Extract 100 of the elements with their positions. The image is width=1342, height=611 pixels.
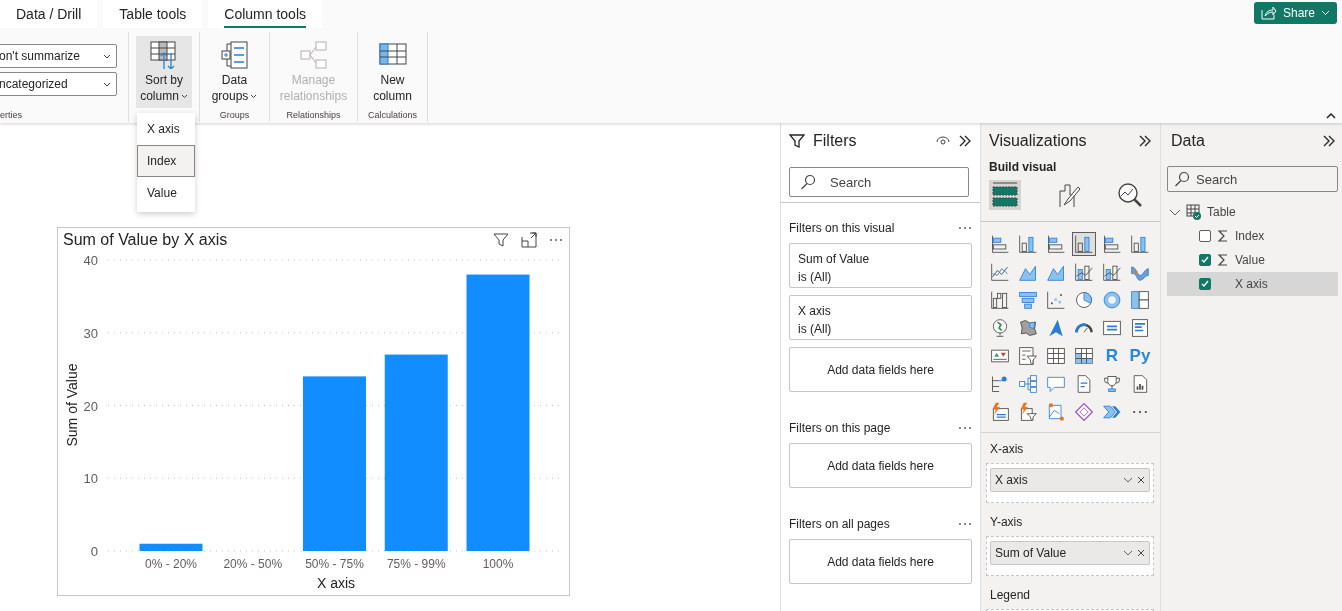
group-label: Relationships (285, 109, 342, 122)
section-title: Filters on all pages (789, 517, 890, 531)
chevron-down-icon (103, 81, 111, 87)
caret-icon (250, 94, 258, 100)
y-tick-label: 40 (83, 253, 98, 268)
checkbox[interactable] (1199, 278, 1211, 290)
collapse-pane-icon (1138, 134, 1152, 148)
table-name[interactable]: Table (1207, 205, 1236, 219)
y-tick-label: 20 (83, 398, 98, 414)
search-icon (1174, 171, 1190, 187)
field-well[interactable]: Sum of Value (986, 536, 1154, 576)
field-pill[interactable]: Sum of Value (990, 541, 1150, 565)
checkbox[interactable] (1199, 230, 1211, 242)
data-groups-button[interactable]: Data groups (206, 36, 263, 108)
caret-icon (180, 94, 188, 100)
group-label: Groups (218, 109, 251, 122)
ribbon-tab[interactable]: Table tools (103, 0, 203, 28)
filter-condition: is (All) (798, 321, 833, 338)
field-name: Value (1235, 253, 1265, 267)
close-icon (1137, 476, 1145, 484)
filter-card[interactable]: X axis is (All) (789, 295, 972, 340)
group-label: erties (0, 109, 23, 122)
section-title: Filters on this page (789, 421, 891, 435)
menu-item[interactable]: Index (137, 145, 195, 177)
field-name: Index (1235, 229, 1265, 243)
section-title: Filters on this visual (789, 221, 895, 235)
field-well-label: X-axis (989, 442, 1025, 456)
y-tick-label: 10 (83, 471, 98, 487)
chart-visual[interactable]: Sum of Value by X axis 0 10 20 30 40 0% - 20% 20% - 50% 50% - 75% 75% - 99% 100% X axis Sum of Value (57, 227, 570, 596)
field-item[interactable]: X axis (1167, 272, 1338, 296)
pane-title: Visualizations (989, 132, 1087, 150)
x-tick-label: 100% (482, 557, 514, 571)
menu-item[interactable]: X axis (137, 113, 195, 145)
close-icon (1137, 549, 1145, 557)
drop-zone[interactable]: Add data fields here (789, 539, 972, 584)
slicer-icon[interactable] (1016, 344, 1040, 368)
field-item[interactable]: Value (1167, 248, 1338, 272)
bar[interactable] (139, 543, 203, 551)
ribbon-tab[interactable]: Column tools (208, 0, 322, 28)
group-label: Calculations (367, 109, 418, 122)
diamond-icon[interactable] (1072, 400, 1096, 424)
field-well[interactable]: X axis (986, 463, 1154, 503)
filter-icon (789, 133, 805, 149)
x-tick-label: 0% - 20% (145, 557, 197, 571)
sort-icon (150, 41, 178, 69)
build-visual-tab[interactable] (989, 180, 1021, 210)
share-button[interactable]: Share (1253, 2, 1337, 24)
eye-icon (936, 136, 950, 146)
dropdown-field[interactable]: on't summarize (0, 44, 117, 68)
menu-item[interactable]: Value (137, 177, 195, 209)
field-name: X axis (995, 473, 1029, 487)
field-well-label: Y-axis (989, 515, 1024, 529)
drop-zone[interactable]: Add data fields here (789, 347, 972, 392)
filter-icon (493, 231, 509, 248)
new-column-button[interactable]: New column (364, 36, 421, 108)
focus-mode-icon (521, 231, 537, 248)
chevron-up-icon (1326, 113, 1336, 119)
more-options-icon (958, 425, 972, 431)
chevron-down-icon (1321, 10, 1330, 16)
checkbox[interactable] (1199, 254, 1211, 266)
filter-field: X axis (798, 302, 963, 320)
sigma-icon (1217, 230, 1229, 242)
search-field[interactable]: Search (1167, 166, 1338, 192)
x-tick-label: 50% - 75% (305, 557, 364, 571)
collapse-pane-icon (958, 134, 972, 148)
field-pill[interactable]: X axis (990, 468, 1150, 492)
share-icon (1260, 6, 1277, 20)
column-chart-icon[interactable] (1072, 232, 1096, 256)
group-icon (220, 41, 249, 69)
chevron-down-icon (103, 53, 111, 59)
sigma-icon (1217, 254, 1229, 266)
y-tick-label: 30 (83, 325, 98, 341)
relationships-icon (299, 41, 328, 69)
field-well-label: Legend (989, 588, 1032, 602)
pane-title: Filters (813, 132, 858, 150)
x-tick-label: 20% - 50% (223, 557, 283, 571)
search-icon (800, 174, 816, 190)
field-item[interactable]: Index (1167, 224, 1338, 248)
filter-card[interactable]: Sum of Value is (All) (789, 243, 972, 288)
field-name: X axis (1235, 277, 1268, 291)
more-options-icon (958, 225, 972, 231)
hierarchy-icon[interactable] (1016, 372, 1040, 396)
ribbon-tab[interactable]: Data / Drill (0, 0, 98, 28)
y-tick-label: 0 (90, 544, 98, 559)
treemap-icon[interactable] (1128, 288, 1152, 312)
search-field[interactable]: Search (789, 167, 969, 197)
section-title: Build visual (988, 159, 1058, 175)
drop-zone[interactable]: Add data fields here (789, 443, 972, 488)
more-options-icon (958, 521, 972, 527)
more-options-icon (549, 236, 563, 243)
y-axis-title: Sum of Value (64, 363, 80, 447)
table-icon (1186, 204, 1202, 220)
filter-field: Sum of Value (798, 250, 963, 268)
chart-title: Sum of Value by X axis (63, 230, 229, 249)
chevron-down-icon (1123, 477, 1133, 483)
dropdown-field[interactable]: ncategorized (0, 72, 117, 96)
collapse-pane-icon (1322, 134, 1336, 148)
x-tick-label: 75% - 99% (386, 557, 446, 571)
filter-condition: is (All) (798, 269, 833, 286)
sort-by-column-button[interactable]: Sort by column (136, 36, 192, 108)
